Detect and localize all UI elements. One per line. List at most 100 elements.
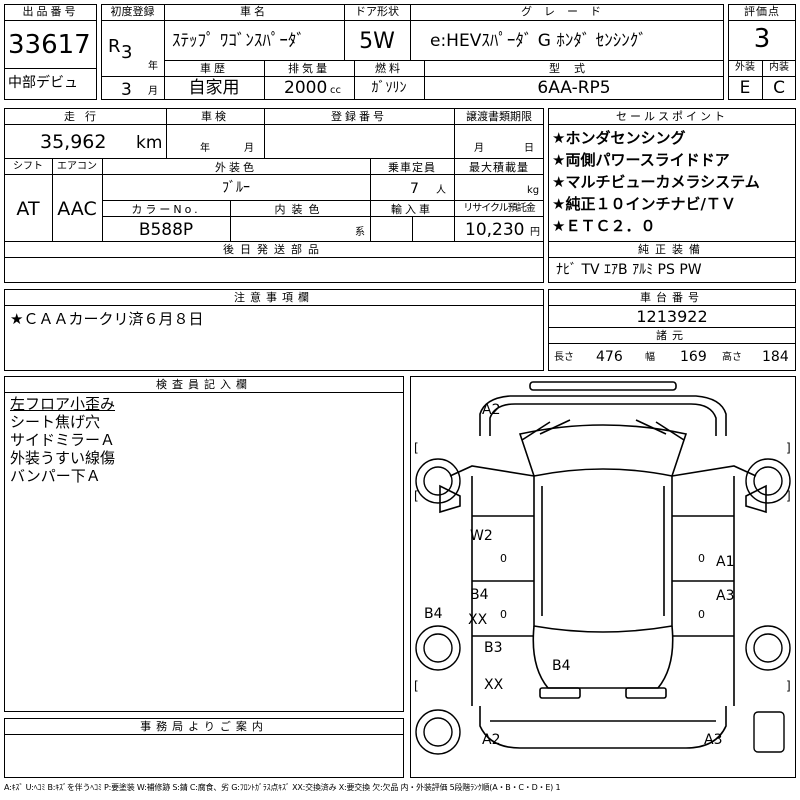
bracket-right-low: ] xyxy=(786,679,791,693)
capacity-unit: 人 xyxy=(436,185,446,196)
recycle-unit: 円 xyxy=(530,227,540,238)
sales-points-title: セールスポイント xyxy=(616,110,728,123)
model-label: 型式 xyxy=(549,62,599,75)
door-label: ドア形状 xyxy=(355,5,399,18)
inspector-line-3: サイドミラーＡ xyxy=(10,431,116,449)
ext-label: 外装 xyxy=(735,62,755,73)
inspector-line-2: シート焦げ穴 xyxy=(10,413,101,431)
inspection-month-unit: 月 xyxy=(244,143,254,154)
color-no-label: カラーNo. xyxy=(131,203,201,216)
int-color-label: 内装色 xyxy=(274,203,326,216)
int-grade: C xyxy=(773,78,785,98)
transfer-month: 月 xyxy=(474,143,484,154)
fuel-label: 燃料 xyxy=(375,62,403,75)
color: ﾌﾞﾙｰ xyxy=(222,180,250,196)
mark-b3: B3 xyxy=(484,640,503,656)
mark-xx-lower: XX xyxy=(484,677,504,693)
mark-a3-right: A3 xyxy=(716,588,734,604)
width: 169 xyxy=(680,349,707,365)
color-no: B588P xyxy=(138,220,194,240)
reg-month: 3 xyxy=(121,80,132,100)
zero-marker-right-rear: 0 xyxy=(698,608,705,621)
plate-label: 登録番号 xyxy=(331,110,387,123)
mileage: 35,962 xyxy=(40,131,107,153)
score-label: 評価点 xyxy=(744,5,780,18)
door-type: 5W xyxy=(359,29,395,54)
mark-b4-left: B4 xyxy=(424,606,443,622)
int-color-unit: 系 xyxy=(355,227,365,238)
mileage-unit: km xyxy=(136,133,163,153)
displacement-label: 排気量 xyxy=(288,62,330,75)
inspection-year-unit: 年 xyxy=(200,143,210,154)
zero-marker-left-front: 0 xyxy=(500,552,507,565)
reg-label: 初度登録 xyxy=(110,5,155,18)
year-unit: 年 xyxy=(148,61,158,72)
recycle-label: リサイクル預託金 xyxy=(463,203,536,214)
sales-point-1: ★ホンダセンシング xyxy=(552,129,686,147)
mark-a3-bottom: A3 xyxy=(704,732,722,748)
model: 6AA-RP5 xyxy=(537,78,611,98)
mark-a1: A1 xyxy=(716,554,734,570)
inspector-line-5: バンパー下Ａ xyxy=(10,467,101,485)
bracket-left-top: [ xyxy=(414,441,419,455)
score: 3 xyxy=(753,24,771,54)
width-label: 幅 xyxy=(645,352,655,363)
sales-point-2: ★両側パワースライドドア xyxy=(552,151,730,169)
height: 184 xyxy=(762,349,789,365)
transfer-day: 日 xyxy=(524,143,534,154)
inspector-line-4: 外装うすい線傷 xyxy=(10,449,116,467)
ac: AAC xyxy=(57,198,97,220)
notes-label: 注意事項欄 xyxy=(234,291,314,304)
car-outline-diagram: A2 W2 A1 A3 B4 B4 XX B3 XX B4 A2 A3 0 0 … xyxy=(414,381,791,755)
bracket-left-low: [ xyxy=(414,679,419,693)
history-label: 車歴 xyxy=(200,62,228,75)
debut-label: 中部デビュ xyxy=(8,75,78,91)
inspector-line-1: 左フロア小歪み xyxy=(10,395,116,413)
zero-marker-left-rear: 0 xyxy=(500,608,507,621)
mark-b4-door: B4 xyxy=(470,587,489,603)
equipment-label: 純正装備 xyxy=(638,243,706,256)
inspector-label: 検査員記入欄 xyxy=(156,378,252,391)
zero-marker-right-front: 0 xyxy=(698,552,705,565)
displacement-unit: cc xyxy=(330,85,341,96)
era-year: 3 xyxy=(121,42,133,63)
recycle: 10,230 xyxy=(465,220,525,240)
length: 476 xyxy=(596,349,623,365)
sales-point-5: ★ＥＴＣ２．０ xyxy=(552,217,656,235)
mark-a2-bottom: A2 xyxy=(482,732,500,748)
legend: A:ｷｽﾞ U:ﾍｺﾐ B:ｷｽﾞを伴うﾍｺﾐ P:要塗装 W:補修跡 S:錆 … xyxy=(4,783,561,792)
mileage-label: 走行 xyxy=(64,110,106,123)
shift-label: シフト xyxy=(13,161,43,172)
shift: AT xyxy=(16,198,40,220)
dims-label: 諸元 xyxy=(656,329,688,342)
transfer-label: 譲渡書類期限 xyxy=(466,110,532,123)
history: 自家用 xyxy=(188,78,240,98)
sales-point-4: ★純正１０インチナビ/ＴＶ xyxy=(552,195,736,213)
mark-a2-top: A2 xyxy=(482,402,500,418)
load-unit: kg xyxy=(527,185,540,196)
grade-label: グレード xyxy=(521,5,613,18)
era: R xyxy=(108,36,121,57)
car-name: ｽﾃｯﾌﾟ ﾜｺﾞﾝｽﾊﾟｰﾀﾞ xyxy=(172,31,305,51)
name-label: 車名 xyxy=(240,5,268,18)
notes-text: ★ＣＡＡカークリ済６月８日 xyxy=(10,310,204,328)
capacity: 7 xyxy=(410,181,419,197)
ac-label: エアコン xyxy=(57,161,97,172)
chassis-number: 1213922 xyxy=(636,307,708,326)
bracket-right-top: ] xyxy=(786,441,791,455)
sales-point-3: ★マルチビューカメラシステム xyxy=(552,173,760,191)
fuel: ｶﾞｿﾘﾝ xyxy=(371,80,407,96)
import-label: 輸入車 xyxy=(391,203,433,216)
bracket-right-mid: ] xyxy=(786,489,791,503)
ext-grade: E xyxy=(739,78,751,98)
lot-number: 33617 xyxy=(8,30,91,60)
mark-w2: W2 xyxy=(470,528,493,544)
height-label: 高さ xyxy=(722,352,742,363)
color-label: 外装色 xyxy=(215,161,257,174)
grade: e:HEVｽﾊﾟｰﾀﾞ G ﾎﾝﾀﾞ ｾﾝｼﾝｸﾞ xyxy=(430,31,647,51)
inspection-label: 車検 xyxy=(201,110,229,123)
mark-xx-upper: XX xyxy=(468,612,488,628)
load-label: 最大積載量 xyxy=(469,161,529,174)
equipment-value: ﾅﾋﾞ TV ｴｱB ｱﾙﾐ PS PW xyxy=(556,262,702,278)
lot-label: 出品番号 xyxy=(22,5,79,18)
